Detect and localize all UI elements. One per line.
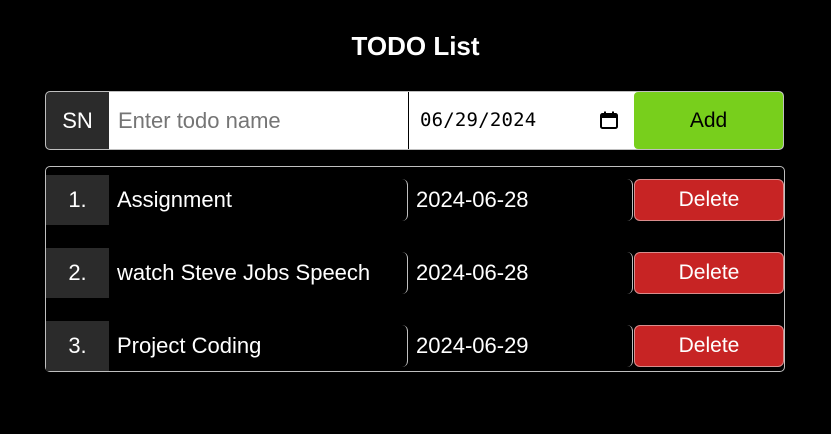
todo-date: 2024-06-28 — [408, 252, 633, 294]
add-button[interactable]: Add — [634, 92, 783, 149]
todo-name: Assignment — [109, 179, 408, 221]
todo-row: 3. Project Coding 2024-06-29 Delete — [46, 321, 784, 371]
todo-row: 2. watch Steve Jobs Speech 2024-06-28 De… — [46, 248, 784, 298]
todo-row: 1. Assignment 2024-06-28 Delete — [46, 175, 784, 225]
todo-number: 2. — [46, 248, 109, 298]
sn-label: SN — [46, 92, 109, 149]
todo-date: 2024-06-29 — [408, 325, 633, 367]
todo-date: 2024-06-28 — [408, 179, 633, 221]
todo-list: 1. Assignment 2024-06-28 Delete 2. watch… — [45, 166, 785, 372]
delete-button[interactable]: Delete — [634, 325, 784, 367]
delete-button[interactable]: Delete — [634, 179, 784, 221]
date-input-value: 06/29/2024 — [420, 109, 537, 131]
page-title: TODO List — [351, 31, 480, 61]
calendar-icon[interactable] — [600, 111, 618, 129]
todo-name: watch Steve Jobs Speech — [109, 252, 408, 294]
todo-name-input[interactable] — [109, 92, 408, 149]
todo-name: Project Coding — [109, 325, 408, 367]
todo-number: 1. — [46, 175, 109, 225]
todo-number: 3. — [46, 321, 109, 371]
todo-input-row: SN 06/29/2024 Add — [45, 91, 784, 150]
delete-button[interactable]: Delete — [634, 252, 784, 294]
todo-date-input[interactable]: 06/29/2024 — [409, 92, 634, 149]
